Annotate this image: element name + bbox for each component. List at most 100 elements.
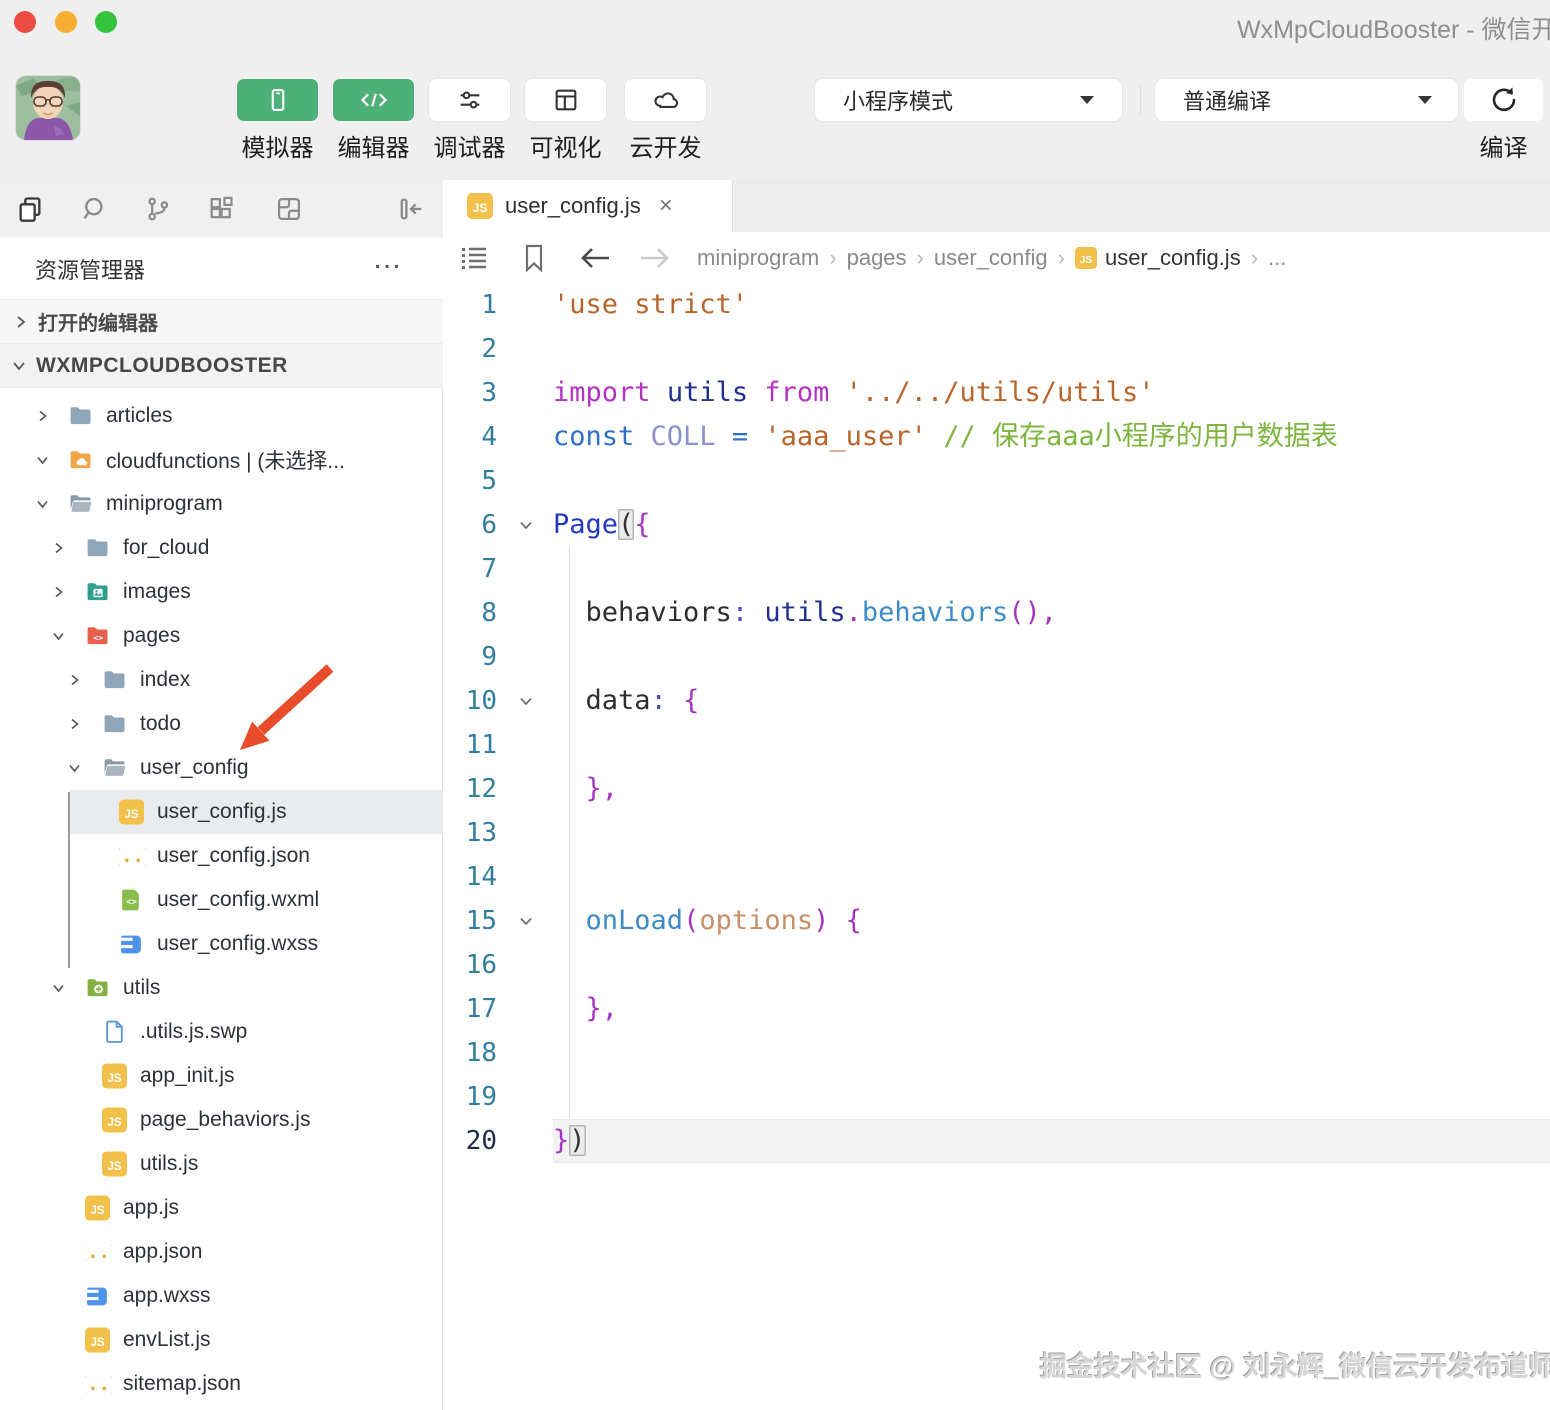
current-line-highlight xyxy=(553,1119,1550,1163)
toolbar-button-4[interactable] xyxy=(525,79,606,121)
breadcrumb-item-user_config.js[interactable]: JS user_config.js xyxy=(1074,245,1241,271)
folder-open-icon xyxy=(102,756,127,781)
toolbar-button-label: 可视化 xyxy=(529,135,602,162)
mode-select[interactable]: 小程序模式 xyxy=(815,79,1122,121)
tree-item-user_config.wxml[interactable]: <> user_config.wxml xyxy=(0,878,443,922)
component-icon[interactable] xyxy=(274,194,304,224)
toolbar-button-label: 模拟器 xyxy=(241,135,314,162)
tree-item-images[interactable]: images xyxy=(0,570,443,614)
compile-button[interactable] xyxy=(1464,79,1543,121)
tree-item-label: user_config.wxml xyxy=(157,888,320,911)
tree-item-label: cloudfunctions | (未选择... xyxy=(106,450,345,473)
collapse-sidebar-icon[interactable] xyxy=(396,194,426,224)
tree-item-index[interactable]: index xyxy=(0,658,443,702)
tree-item-label: user_config xyxy=(140,756,249,779)
tree-item-label: app.js xyxy=(123,1196,180,1219)
fold-chevron-icon[interactable] xyxy=(511,899,541,943)
line-number: 20 xyxy=(465,1126,497,1156)
line-number: 1 xyxy=(481,290,497,320)
chevron-down-icon xyxy=(68,762,81,775)
close-tab-icon[interactable]: × xyxy=(659,192,673,220)
chevron-down-icon xyxy=(52,630,65,643)
folder-images-icon xyxy=(85,580,110,605)
fold-chevron-icon[interactable] xyxy=(511,503,541,547)
tab-strip: JS user_config.js × xyxy=(443,180,1550,232)
tree-item-utils[interactable]: utils xyxy=(0,966,443,1010)
tree-item-label: for_cloud xyxy=(123,536,210,559)
avatar[interactable] xyxy=(16,76,80,140)
breadcrumb-item-miniprogram[interactable]: miniprogram xyxy=(697,245,819,271)
tree-item-todo[interactable]: todo xyxy=(0,702,443,746)
tree-item-label: articles xyxy=(106,404,173,427)
avatar-illustration xyxy=(16,76,80,140)
chevron-right-icon xyxy=(68,718,81,731)
tree-item-app.js[interactable]: JS app.js xyxy=(0,1186,443,1230)
section-project-root[interactable]: WXMPCLOUDBOOSTER xyxy=(0,344,443,388)
chevron-down-icon xyxy=(1080,96,1094,104)
breadcrumb-item-pages[interactable]: pages xyxy=(847,245,907,271)
tree-item-page_behaviors.js[interactable]: JS page_behaviors.js xyxy=(0,1098,443,1142)
tree-item-utils.js[interactable]: JS utils.js xyxy=(0,1142,443,1186)
tree-item-envList.js[interactable]: JS envList.js xyxy=(0,1318,443,1362)
minimize-window-button[interactable] xyxy=(55,11,77,33)
chevron-right-icon xyxy=(68,674,81,687)
file-js-icon: JS xyxy=(85,1195,110,1221)
section-open-editors[interactable]: 打开的编辑器 xyxy=(0,300,443,344)
tree-item-pages[interactable]: <> pages xyxy=(0,614,443,658)
tree-item-label: utils xyxy=(123,976,161,999)
code-icon xyxy=(359,86,389,114)
line-number: 12 xyxy=(465,774,497,804)
tree-item-user_config[interactable]: user_config xyxy=(0,746,443,790)
breadcrumb-item-user_config[interactable]: user_config xyxy=(934,245,1048,271)
file-json-icon: {..} xyxy=(85,1372,112,1397)
line-number: 8 xyxy=(481,598,497,628)
forward-arrow-icon[interactable] xyxy=(637,245,673,271)
tree-item-.utils.js.swp[interactable]: .utils.js.swp xyxy=(0,1010,443,1054)
breadcrumb: miniprogram › pages › user_config › JS user_con… xyxy=(697,245,1286,271)
tree-item-app.wxss[interactable]: app.wxss xyxy=(0,1274,443,1318)
svg-text:JS: JS xyxy=(107,1073,121,1085)
tree-item-app_init.js[interactable]: JS app_init.js xyxy=(0,1054,443,1098)
breadcrumb-separator: › xyxy=(1250,244,1259,270)
toolbar-button-2[interactable] xyxy=(333,79,414,121)
compile-mode-select[interactable]: 普通编译 xyxy=(1155,79,1458,121)
svg-text:JS: JS xyxy=(124,809,138,821)
watermark: 掘金技术社区 @ 刘永辉_微信云开发布道师 xyxy=(1040,1352,1550,1382)
tree-item-label: utils.js xyxy=(140,1152,199,1175)
tree-item-user_config.json[interactable]: {..} user_config.json xyxy=(0,834,443,878)
tree-item-miniprogram[interactable]: miniprogram xyxy=(0,482,443,526)
tree-item-cloudfunctions-...[interactable]: cloudfunctions | (未选择... xyxy=(0,438,443,482)
toolbar-button-1[interactable] xyxy=(237,79,318,121)
tree-item-user_config.wxss[interactable]: user_config.wxss xyxy=(0,922,443,966)
file-generic-icon xyxy=(102,1020,127,1045)
tree-item-for_cloud[interactable]: for_cloud xyxy=(0,526,443,570)
explorer-header: 资源管理器 … xyxy=(0,238,443,300)
code-line-12: }, xyxy=(585,773,619,804)
bookmark-icon[interactable] xyxy=(521,243,547,273)
code-area[interactable]: 1 'use strict' 2 3 import utils from '../../… xyxy=(443,283,1550,1410)
compile-button-label: 编译 xyxy=(1479,135,1528,162)
more-actions-icon[interactable]: … xyxy=(372,242,404,276)
outline-list-icon[interactable] xyxy=(459,243,489,273)
line-number: 19 xyxy=(465,1082,497,1112)
tree-item-label: miniprogram xyxy=(106,492,223,515)
source-control-icon[interactable] xyxy=(143,194,173,224)
toolbar-button-5[interactable] xyxy=(625,79,706,121)
tree-item-user_config.js[interactable]: JS user_config.js xyxy=(0,790,443,834)
fold-chevron-icon[interactable] xyxy=(511,679,541,723)
back-arrow-icon[interactable] xyxy=(577,245,613,271)
files-icon[interactable] xyxy=(15,194,45,224)
search-icon[interactable] xyxy=(80,194,110,224)
code-line-1: 'use strict' xyxy=(553,289,749,320)
line-number: 14 xyxy=(465,862,497,892)
close-window-button[interactable] xyxy=(14,11,36,33)
extensions-icon[interactable] xyxy=(206,194,236,224)
breadcrumb-item-...[interactable]: ... xyxy=(1268,245,1286,271)
tree-item-sitemap.json[interactable]: {..} sitemap.json xyxy=(0,1362,443,1406)
tree-item-articles[interactable]: articles xyxy=(0,394,443,438)
zoom-window-button[interactable] xyxy=(95,11,117,33)
tab-user-config-js[interactable]: JS user_config.js × xyxy=(443,180,733,232)
tree-item-app.json[interactable]: {..} app.json xyxy=(0,1230,443,1274)
toolbar-button-3[interactable] xyxy=(429,79,510,121)
line-number: 5 xyxy=(481,466,497,496)
